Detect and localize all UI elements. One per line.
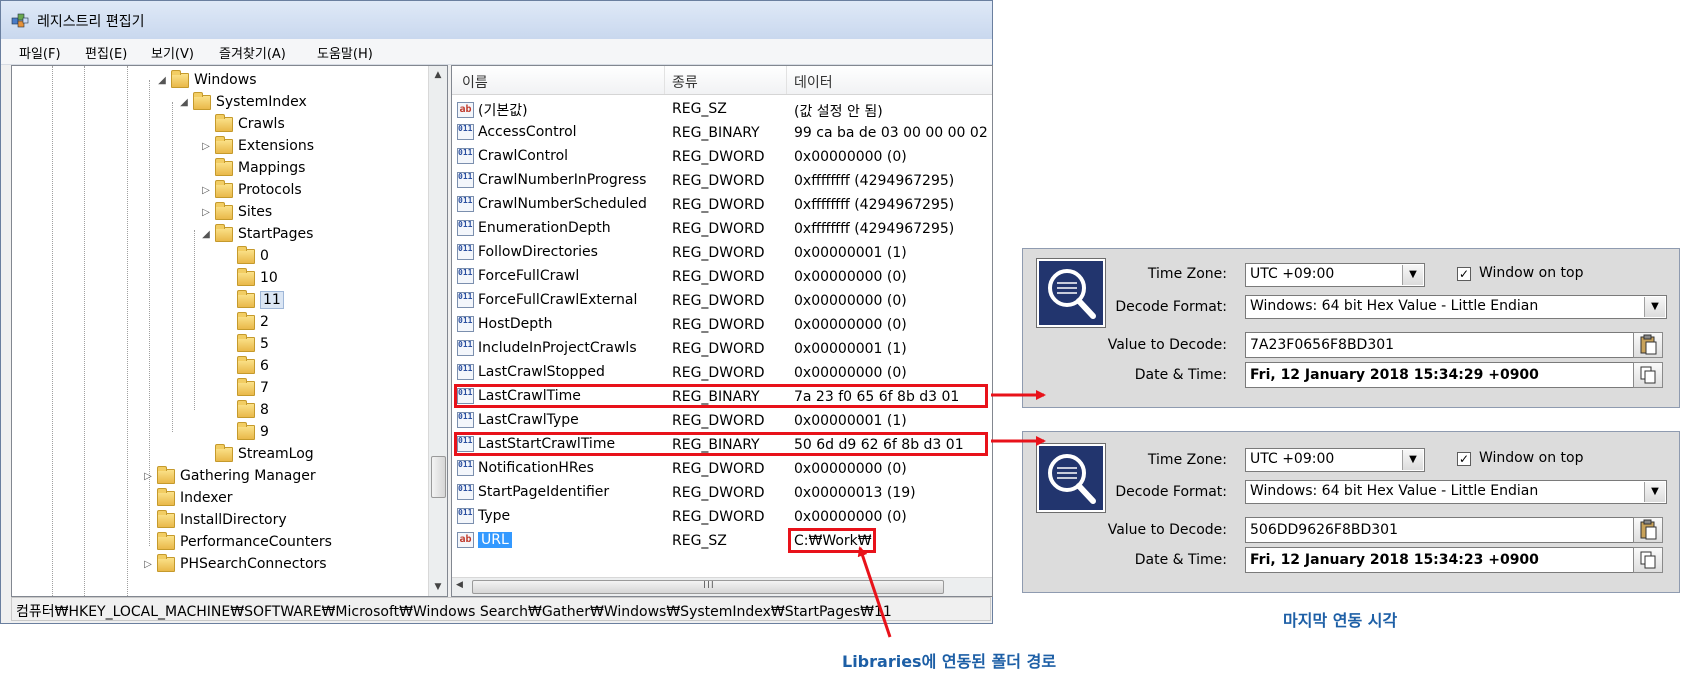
arrow-to-url-data [857, 546, 892, 638]
annotation-arrows [857, 390, 1046, 638]
last-sync-caption: 마지막 연동 시각 [1283, 611, 1398, 630]
folder-path-caption: Libraries에 연동된 폴더 경로 [842, 652, 1057, 671]
